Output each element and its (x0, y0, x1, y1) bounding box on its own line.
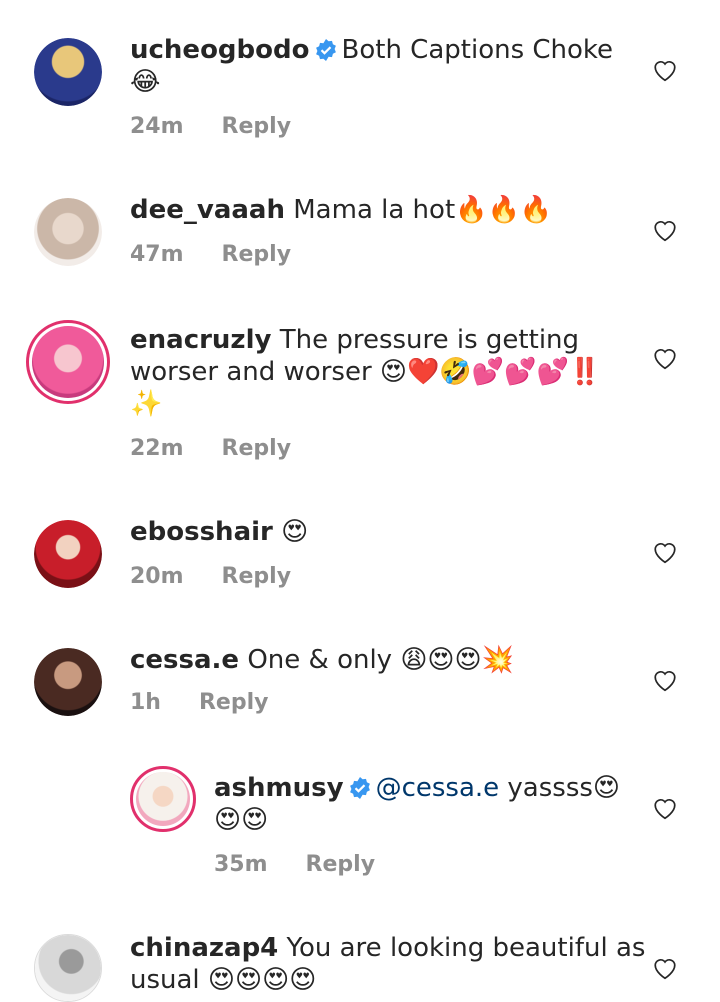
timestamp: 20m (130, 564, 184, 589)
comment-text: usual 😍😍😍😍 (130, 965, 317, 995)
timestamp: 35m (214, 852, 268, 877)
avatar[interactable] (130, 766, 196, 832)
comment-text: 😂 (130, 67, 161, 97)
avatar[interactable] (34, 198, 102, 266)
avatar[interactable] (34, 648, 102, 716)
username[interactable]: ucheogbodo (130, 35, 310, 65)
like-heart-icon[interactable] (652, 540, 678, 564)
username[interactable]: enacruzly (130, 325, 271, 355)
comment-text: Mama la hot🔥🔥🔥 (293, 195, 553, 225)
reply-button[interactable]: Reply (222, 436, 292, 461)
comment-text: 😍 (281, 517, 309, 547)
timestamp: 47m (130, 242, 184, 267)
avatar[interactable] (34, 934, 102, 1002)
timestamp: 1h (130, 690, 161, 715)
username[interactable]: chinazap4 (130, 933, 278, 963)
like-heart-icon[interactable] (652, 218, 678, 242)
like-heart-icon[interactable] (652, 58, 678, 82)
comment-text: The pressure is getting (279, 325, 580, 355)
reply-button[interactable]: Reply (199, 690, 269, 715)
reply-button[interactable]: Reply (306, 852, 376, 877)
comment-text: worser and worser 😍❤️🤣💕💕💕‼️ (130, 357, 602, 387)
timestamp: 22m (130, 436, 184, 461)
comment-text: 😍😍 (214, 805, 269, 835)
reply-button[interactable]: Reply (222, 242, 292, 267)
username[interactable]: ebosshair (130, 517, 273, 547)
comment-text: Both Captions Choke (341, 35, 614, 65)
reply-button[interactable]: Reply (222, 114, 292, 139)
avatar[interactable] (34, 520, 102, 588)
username[interactable]: dee_vaaah (130, 195, 285, 225)
like-heart-icon[interactable] (652, 346, 678, 370)
avatar[interactable] (34, 38, 102, 106)
like-heart-icon[interactable] (652, 956, 678, 980)
username[interactable]: ashmusy (214, 773, 344, 803)
like-heart-icon[interactable] (652, 796, 678, 820)
timestamp: 24m (130, 114, 184, 139)
comment-text: You are looking beautiful as (286, 933, 646, 963)
comment-text: yassss😍 (507, 773, 621, 803)
verified-badge-icon (315, 39, 336, 61)
reply-button[interactable]: Reply (222, 564, 292, 589)
mention-link[interactable]: @cessa.e (376, 773, 500, 803)
verified-badge-icon (349, 777, 370, 799)
comment-text: One & only 😩😍😍💥 (247, 645, 515, 675)
username[interactable]: cessa.e (130, 645, 239, 675)
comment-text: ✨ (130, 389, 163, 419)
like-heart-icon[interactable] (652, 668, 678, 692)
avatar[interactable] (26, 320, 110, 404)
